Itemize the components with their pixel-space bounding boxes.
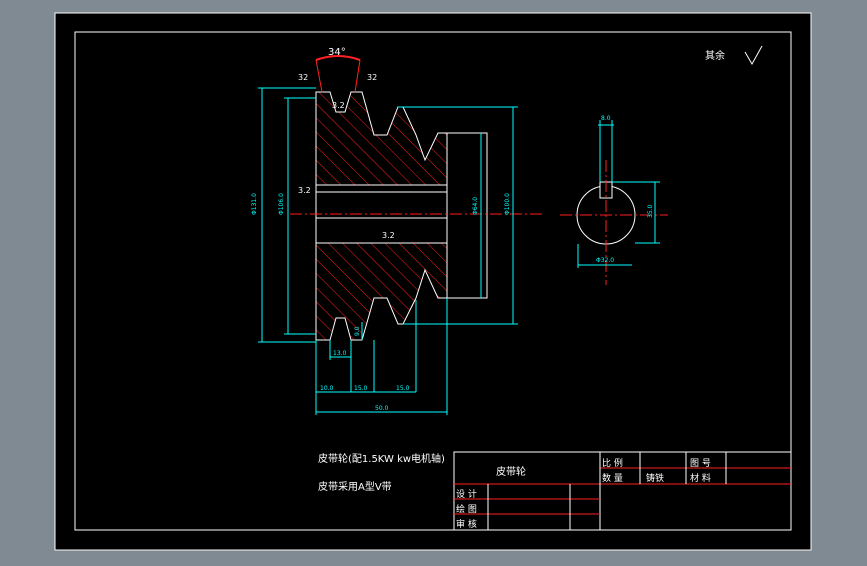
dim-pitch-dia: Φ106.0	[278, 193, 285, 215]
dim-pitch-2: 15.0	[354, 385, 368, 392]
roughness-right-label: 32	[367, 73, 377, 82]
dim-key-width: 8.0	[601, 115, 611, 122]
cad-viewport: 34° 32 32 3.2 3.2 3.2 Φ131.0 Φ106.0 Φ64.…	[0, 0, 867, 562]
note-line-2: 皮带采用A型V带	[318, 482, 392, 493]
designer-label: 设 计	[456, 490, 477, 500]
dim-pitch-3: 15.0	[396, 385, 410, 392]
qty-label: 数 量	[602, 474, 623, 484]
drafter-label: 绘 图	[456, 505, 477, 515]
dim-outer-dia: Φ131.0	[251, 193, 258, 215]
angle-label: 34°	[328, 47, 346, 58]
scale-label: 比 例	[602, 459, 623, 469]
material-value: 铸铁	[646, 474, 665, 484]
dim-groove-depth: 9.0	[354, 326, 361, 336]
dim-hub-dia: Φ64.0	[472, 197, 479, 215]
drawing-canvas: 34° 32 32 3.2 3.2 3.2 Φ131.0 Φ106.0 Φ64.…	[54, 12, 812, 551]
material-label: 材 料	[690, 474, 711, 484]
dim-key-depth: 35.0	[647, 204, 654, 218]
dim-groove-width: 13.0	[333, 350, 347, 357]
part-name: 皮带轮	[496, 467, 526, 478]
roughness-hub-label: 3.2	[298, 186, 311, 195]
roughness-left-label: 32	[298, 73, 308, 82]
dim-bore: Φ32.0	[596, 257, 614, 264]
note-line-1: 皮带轮(配1.5KW kw电机轴)	[318, 454, 445, 465]
drawing-no-label: 图 号	[690, 459, 711, 469]
checker-label: 审 核	[456, 520, 477, 530]
dim-total-width: 50.0	[375, 405, 389, 412]
roughness-bore-label: 3.2	[382, 231, 395, 240]
roughness-groove-label: 3.2	[332, 101, 345, 110]
dim-pitch-1: 10.0	[320, 385, 334, 392]
surface-note: 其余	[705, 49, 725, 62]
dim-hub-outer: Φ100.0	[504, 193, 511, 215]
